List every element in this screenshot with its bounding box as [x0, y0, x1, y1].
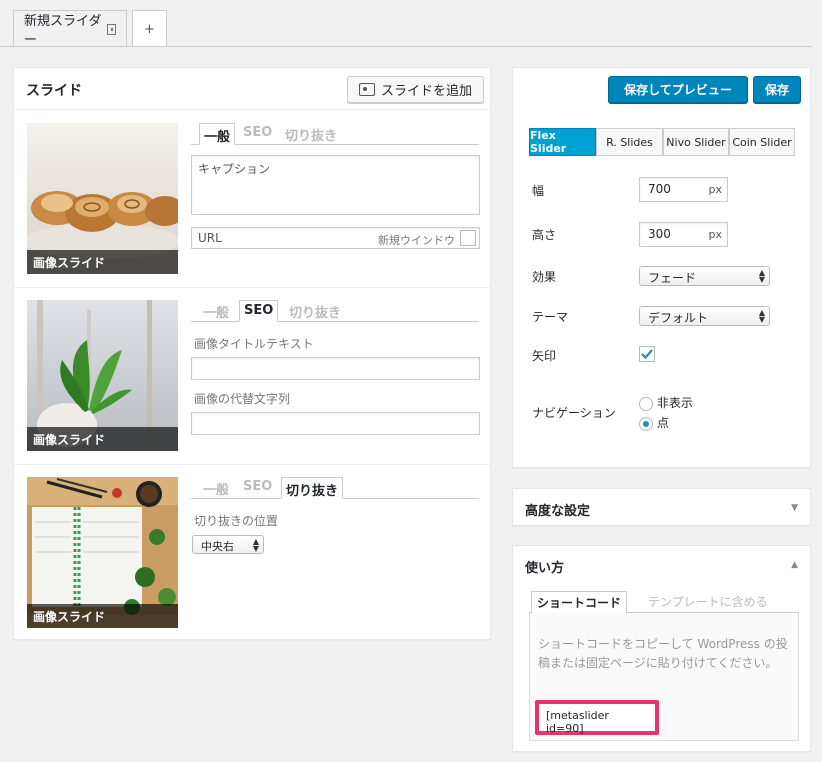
arrows-label: 矢印: [532, 349, 557, 363]
slide-tabs: 一般 SEO 切り抜き: [191, 300, 479, 322]
save-and-preview-button[interactable]: 保存してプレビュー: [608, 76, 748, 103]
tab-general[interactable]: 一般: [199, 300, 233, 322]
slide-tabs: 一般 SEO 切り抜き: [191, 123, 479, 145]
slide-row: 画像スライド 一般 SEO 切り抜き キャプション URL 新規ウインドウ: [14, 111, 490, 288]
shortcode-description: ショートコードをコピーして WordPress の投稿または固定ページに貼り付け…: [538, 637, 788, 670]
tab-shortcode[interactable]: ショートコード: [531, 591, 628, 614]
tab-seo[interactable]: SEO: [239, 123, 276, 145]
slides-header: スライド スライドを追加: [14, 68, 490, 110]
tab-general[interactable]: 一般: [199, 123, 236, 145]
slide-type-badge: 画像スライド: [27, 250, 178, 274]
theme-select[interactable]: デフォルト ▲ ▼: [639, 306, 770, 326]
caption-placeholder: キャプション: [198, 162, 271, 176]
width-label: 幅: [532, 184, 545, 198]
advanced-settings-title: 高度な設定: [525, 504, 591, 519]
collapse-down-icon[interactable]: ▼: [791, 503, 798, 513]
slide-thumbnail[interactable]: 画像スライド: [27, 123, 178, 274]
width-input[interactable]: 700 px: [639, 177, 728, 202]
slide-type-badge: 画像スライド: [27, 604, 178, 628]
tab-new-slider[interactable]: 新規スライダー: [13, 10, 127, 48]
tab-crop[interactable]: 切り抜き: [285, 300, 345, 322]
add-slide-button[interactable]: スライドを追加: [347, 76, 484, 103]
image-title-input[interactable]: [191, 357, 480, 380]
tab-nivo-slider[interactable]: Nivo Slider: [663, 128, 729, 156]
slide-row: 画像スライド 一般 SEO 切り抜き 画像タイトルテキスト 画像の代替文字列: [14, 288, 490, 465]
slides-title: スライド: [26, 83, 82, 99]
slides-panel: スライド スライドを追加 画像スライド 一般 SEO 切り抜き キャプション U…: [13, 67, 491, 640]
shortcode-box[interactable]: [metaslider id=90]: [535, 700, 659, 735]
theme-value: デフォルト: [648, 311, 709, 325]
image-title-label: 画像タイトルテキスト: [194, 337, 314, 351]
crop-position-select[interactable]: 中央右 ▲ ▼: [192, 535, 264, 554]
advanced-settings-panel[interactable]: 高度な設定 ▼: [512, 488, 811, 526]
add-slide-label: スライドを追加: [380, 84, 472, 99]
nav-option-hidden[interactable]: 非表示: [639, 394, 693, 411]
usage-title: 使い方: [525, 561, 565, 576]
crop-position-value: 中央右: [201, 540, 234, 553]
effect-select[interactable]: フェード ▲ ▼: [639, 266, 770, 286]
crop-position-label: 切り抜きの位置: [194, 514, 279, 528]
height-unit: px: [708, 228, 723, 241]
select-arrows-icon: ▲ ▼: [758, 268, 765, 284]
slider-tab-bar: 新規スライダー +: [0, 0, 822, 48]
width-value: 700: [648, 182, 671, 196]
tab-seo[interactable]: SEO: [239, 300, 279, 322]
tab-divider: [0, 46, 812, 47]
new-window-checkbox[interactable]: [460, 230, 476, 246]
usage-tabs: ショートコード テンプレートに含める: [529, 590, 799, 614]
tab-coin-slider[interactable]: Coin Slider: [729, 128, 795, 156]
navigation-label: ナビゲーション: [532, 406, 616, 420]
nav-option-dots[interactable]: 点: [639, 414, 669, 431]
slide-type-badge: 画像スライド: [27, 427, 178, 451]
collapse-up-icon[interactable]: ▲: [791, 560, 798, 570]
shortcode-text[interactable]: [metaslider id=90]: [546, 709, 609, 735]
image-add-icon: [358, 83, 375, 96]
slide-row: 画像スライド 一般 SEO 切り抜き 切り抜きの位置 中央右 ▲ ▼: [14, 465, 490, 642]
usage-panel: 使い方 ▲ ショートコード テンプレートに含める ショートコードをコピーして W…: [512, 545, 811, 752]
nav-hidden-label: 非表示: [656, 396, 693, 410]
slide-thumbnail[interactable]: 画像スライド: [27, 477, 178, 628]
save-button[interactable]: 保存: [753, 76, 801, 103]
settings-panel: 保存してプレビュー 保存 Flex Slider R. Slides Nivo …: [512, 67, 811, 468]
tab-crop[interactable]: 切り抜き: [281, 477, 344, 499]
lock-icon: [106, 24, 116, 35]
radio-hidden[interactable]: [639, 396, 653, 411]
checkmark-icon: [641, 349, 653, 360]
tab-seo[interactable]: SEO: [239, 477, 276, 499]
tab-responsive-slides[interactable]: R. Slides: [596, 128, 663, 156]
tab-crop[interactable]: 切り抜き: [281, 123, 341, 145]
effect-value: フェード: [648, 271, 697, 285]
select-arrows-icon: ▲ ▼: [758, 308, 765, 324]
height-input[interactable]: 300 px: [639, 222, 728, 247]
theme-label: テーマ: [532, 310, 569, 324]
radio-dots[interactable]: [639, 416, 653, 431]
nav-dots-label: 点: [656, 416, 669, 430]
caption-textarea[interactable]: キャプション: [191, 155, 480, 215]
tab-template-include[interactable]: テンプレートに含める: [648, 593, 768, 610]
height-label: 高さ: [532, 228, 557, 242]
usage-tab-content: ショートコードをコピーして WordPress の投稿または固定ページに貼り付け…: [529, 613, 799, 741]
width-unit: px: [708, 183, 723, 196]
tab-general[interactable]: 一般: [199, 477, 233, 499]
tab-add-slider[interactable]: +: [132, 10, 167, 47]
tab-label: 新規スライダー: [24, 13, 102, 48]
arrows-checkbox[interactable]: [639, 346, 655, 362]
url-placeholder: URL: [198, 231, 222, 245]
height-value: 300: [648, 227, 671, 241]
select-arrows-icon: ▲ ▼: [252, 537, 259, 553]
slide-thumbnail[interactable]: 画像スライド: [27, 300, 178, 451]
new-window-label: 新規ウインドウ: [378, 234, 455, 247]
url-field[interactable]: URL 新規ウインドウ: [191, 227, 480, 249]
alt-text-input[interactable]: [191, 412, 480, 435]
tab-flex-slider[interactable]: Flex Slider: [529, 128, 596, 156]
alt-text-label: 画像の代替文字列: [194, 392, 291, 406]
effect-label: 効果: [532, 270, 557, 284]
slide-tabs: 一般 SEO 切り抜き: [191, 477, 479, 499]
